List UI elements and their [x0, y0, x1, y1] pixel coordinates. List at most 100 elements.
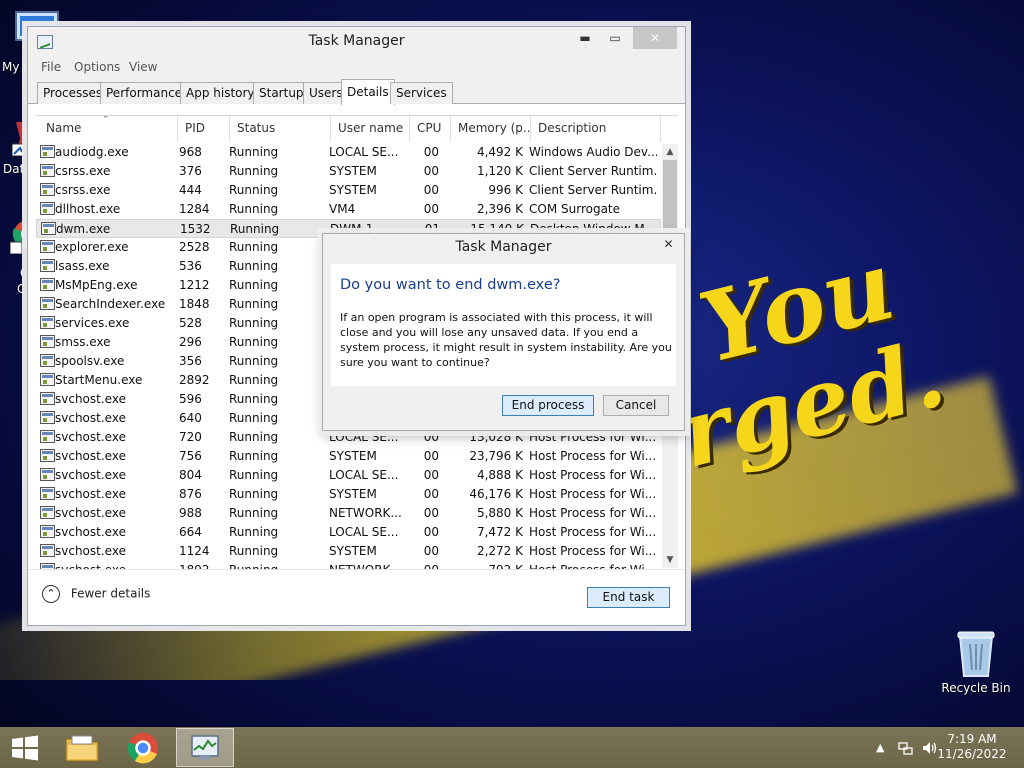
desktop-icon-chrome[interactable]: G C: [0, 218, 40, 298]
cell-pid: 356: [179, 354, 202, 368]
cell-memory: 4,888 K: [476, 468, 523, 482]
show-hidden-icons-button[interactable]: ▲: [876, 741, 884, 754]
taskbar-file-explorer[interactable]: [52, 728, 110, 767]
cell-memory: 46,176 K: [469, 487, 523, 501]
tab-app-history[interactable]: App history: [180, 82, 261, 104]
table-row[interactable]: svchost.exe 876 Running SYSTEM 00 46,176 K Hos…: [36, 485, 661, 504]
table-row[interactable]: audiodg.exe 968 Running LOCAL SE... 00 4,492 …: [36, 143, 661, 162]
cell-description: Windows Audio Dev...: [529, 145, 657, 159]
cell-description: Client Server Runtim...: [529, 164, 657, 178]
titlebar[interactable]: Task Manager ▬ ▭ ✕: [28, 27, 685, 57]
cell-name: explorer.exe: [55, 240, 129, 254]
cell-memory: 7,472 K: [476, 525, 523, 539]
cell-cpu: 00: [423, 145, 439, 159]
cell-pid: 2892: [179, 373, 210, 387]
cell-name: dllhost.exe: [55, 202, 121, 216]
scroll-up-icon[interactable]: ▲: [662, 144, 678, 160]
tab-bar: Processes Performance App history Startu…: [28, 79, 685, 105]
cell-name: lsass.exe: [55, 259, 110, 273]
clock-date: 11/26/2022: [937, 747, 1007, 761]
tab-startup[interactable]: Startup: [253, 82, 310, 104]
process-icon: [40, 525, 55, 538]
cell-name: svchost.exe: [55, 525, 126, 539]
network-icon[interactable]: [898, 740, 914, 756]
cell-user: LOCAL SE...: [329, 468, 399, 482]
cell-memory: 2,272 K: [476, 544, 523, 558]
start-button[interactable]: [0, 728, 58, 767]
tab-processes[interactable]: Processes: [37, 82, 109, 104]
process-icon: [40, 335, 55, 348]
clock-time: 7:19 AM: [947, 732, 997, 746]
cell-user: VM4: [329, 202, 356, 216]
cell-status: Running: [229, 449, 279, 463]
end-process-button[interactable]: End process: [502, 395, 594, 416]
desktop-icon-data[interactable]: Data: [0, 118, 32, 180]
column-header-name[interactable]: ⌃ Name: [36, 116, 178, 142]
taskbar-chrome[interactable]: [114, 728, 172, 767]
column-header-description[interactable]: Description: [532, 116, 661, 142]
process-icon: [40, 430, 55, 443]
tab-details[interactable]: Details: [341, 79, 395, 105]
taskbar: ▲ 7:19 AM 11/26/2022: [0, 727, 1024, 768]
fewer-details-link[interactable]: ⌃ Fewer details: [42, 585, 150, 603]
table-row[interactable]: svchost.exe 1124 Running SYSTEM 00 2,272 K Hos…: [36, 542, 661, 561]
cell-name: svchost.exe: [55, 430, 126, 444]
end-task-button[interactable]: End task: [587, 587, 670, 608]
cancel-button[interactable]: Cancel: [603, 395, 669, 416]
table-row[interactable]: csrss.exe 444 Running SYSTEM 00 996 K Client S…: [36, 181, 661, 200]
cell-pid: 1848: [179, 297, 210, 311]
dialog-question: Do you want to end dwm.exe?: [340, 277, 561, 293]
cell-user: NETWORK...: [329, 506, 402, 520]
cell-cpu: 00: [423, 525, 439, 539]
table-row[interactable]: svchost.exe 664 Running LOCAL SE... 00 7,472 …: [36, 523, 661, 542]
cell-memory: 13,028 K: [469, 430, 523, 444]
cell-status: Running: [229, 278, 279, 292]
table-row[interactable]: svchost.exe 756 Running SYSTEM 00 23,796 K Hos…: [36, 447, 661, 466]
table-row[interactable]: svchost.exe 988 Running NETWORK... 00 5,880 K…: [36, 504, 661, 523]
menu-view[interactable]: View: [129, 60, 157, 74]
column-header-cpu[interactable]: CPU: [411, 116, 451, 142]
table-row[interactable]: svchost.exe 804 Running LOCAL SE... 00 4,888 …: [36, 466, 661, 485]
cell-description: Host Process for Wi...: [529, 525, 657, 539]
cell-status: Running: [229, 487, 279, 501]
close-button[interactable]: ✕: [633, 27, 677, 49]
column-header-status[interactable]: Status: [231, 116, 331, 142]
cell-status: Running: [229, 373, 279, 387]
tab-services[interactable]: Services: [390, 82, 453, 104]
tab-performance[interactable]: Performance: [100, 82, 189, 104]
cell-status: Running: [229, 506, 279, 520]
process-icon: [40, 392, 55, 405]
menu-options[interactable]: Options: [74, 60, 120, 74]
cell-cpu: 00: [423, 183, 439, 197]
column-header-user-name[interactable]: User name: [332, 116, 410, 142]
cell-pid: 720: [179, 430, 202, 444]
cell-memory: 2,396 K: [476, 202, 523, 216]
system-clock[interactable]: 7:19 AM 11/26/2022: [936, 732, 1008, 762]
cell-status: Running: [229, 297, 279, 311]
dialog-close-button[interactable]: ✕: [655, 234, 682, 254]
cell-status: Running: [229, 392, 279, 406]
cell-pid: 988: [179, 506, 202, 520]
desktop-icon-recycle-bin[interactable]: Recycle Bin: [936, 630, 1016, 695]
cell-description: Host Process for Wi...: [529, 487, 657, 501]
cell-name: spoolsv.exe: [55, 354, 125, 368]
cell-user: LOCAL SE...: [329, 145, 399, 159]
taskbar-task-manager[interactable]: [176, 728, 234, 767]
cell-cpu: 00: [423, 164, 439, 178]
cell-name: svchost.exe: [55, 487, 126, 501]
cell-description: Host Process for Wi...: [529, 468, 657, 482]
cell-cpu: 00: [423, 430, 439, 444]
cell-pid: 804: [179, 468, 202, 482]
process-icon: [40, 183, 55, 196]
column-header-memory[interactable]: Memory (p...: [452, 116, 531, 142]
cell-status: Running: [229, 354, 279, 368]
desktop-icon-label: C: [17, 282, 26, 296]
minimize-button[interactable]: ▬: [571, 27, 599, 49]
column-header-pid[interactable]: PID: [179, 116, 230, 142]
table-row[interactable]: dllhost.exe 1284 Running VM4 00 2,396 K COM Su…: [36, 200, 661, 219]
menu-file[interactable]: File: [41, 60, 61, 74]
maximize-button[interactable]: ▭: [601, 27, 629, 49]
scroll-down-icon[interactable]: ▼: [662, 552, 678, 568]
process-icon: [40, 354, 55, 367]
table-row[interactable]: csrss.exe 376 Running SYSTEM 00 1,120 K Client…: [36, 162, 661, 181]
